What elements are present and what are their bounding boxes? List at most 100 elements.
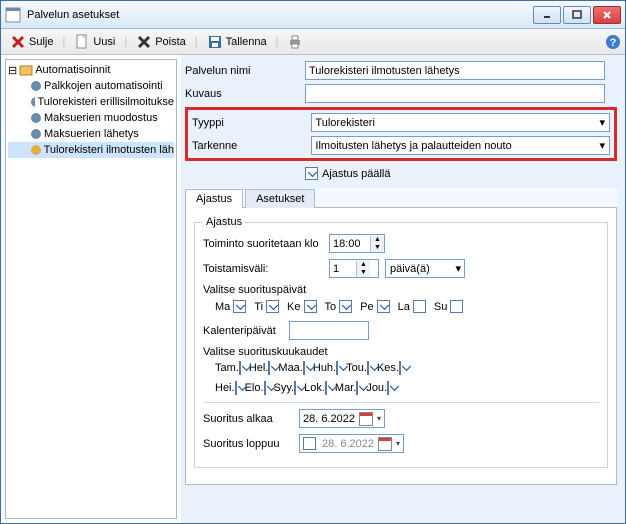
toolbar: Sulje | Uusi | Poista | Tallenna | ? [1,29,625,55]
label-target: Tarkenne [192,140,311,152]
checkbox[interactable] [268,361,270,375]
gear-icon [30,144,42,156]
start-date[interactable]: 28. 6.2022 ▾ [299,409,385,428]
window-title: Palvelun asetukset [27,9,533,21]
checkbox[interactable] [387,381,389,395]
checkbox[interactable] [413,300,426,313]
tree-item[interactable]: Palkkojen automatisointi [8,78,174,94]
checkbox[interactable] [239,361,241,375]
checkbox[interactable] [367,361,369,375]
chevron-down-icon: ▾ [599,116,605,129]
svg-text:?: ? [610,37,617,49]
content-panel: Palvelun nimi Kuvaus Tyyppi Tulorekister… [181,55,625,523]
checkbox[interactable] [304,300,317,313]
window: Palvelun asetukset Sulje | Uusi | Poista… [0,0,626,524]
check-item: Kes. [377,362,401,374]
check-item: Mar. [335,382,358,394]
tree-view[interactable]: ⊟ Automatisoinnit Palkkojen automatisoin… [5,59,177,519]
checkbox[interactable] [450,300,463,313]
print-button[interactable] [282,31,308,53]
minimize-button[interactable] [533,6,561,24]
tabs: Ajastus Asetukset Ajastus Toiminto suori… [185,188,617,485]
maximize-button[interactable] [563,6,591,24]
check-item: Huh. [313,362,338,374]
tree-item[interactable]: Maksuerien muodostus [8,110,174,126]
gear-icon [30,80,42,92]
tab-settings[interactable]: Asetukset [245,189,315,208]
run-at-time[interactable]: ▲▼ [329,234,385,253]
months-row: Tam.Hel.Maa.Huh.Tou.Kes. [215,362,599,374]
label-service-name: Palvelun nimi [185,65,305,77]
target-select[interactable]: Ilmoitusten lähetys ja palautteiden nout… [311,136,610,155]
check-item: Jou. [366,382,389,394]
end-enable-checkbox[interactable] [303,437,316,450]
close-button[interactable]: Sulje [5,31,58,53]
scheduled-checkbox[interactable] [305,167,318,180]
checkbox[interactable] [377,300,390,313]
chevron-down-icon: ▾ [377,414,381,423]
checkbox[interactable] [399,361,401,375]
run-at-label: Toiminto suoritetaan klo [203,238,323,250]
calendar-icon [378,437,392,451]
check-item: Lok. [304,382,327,394]
close-window-button[interactable] [593,6,621,24]
check-item: Ke [287,300,316,313]
gear-icon [30,128,42,140]
check-item: Ma [215,300,246,313]
schedule-legend: Ajastus [203,216,245,228]
checkbox[interactable] [235,381,237,395]
new-button[interactable]: Uusi [69,31,120,53]
checkbox[interactable] [336,361,338,375]
tree-item[interactable]: Tulorekisteri erillisilmoitukse [8,94,174,110]
check-item: La [398,300,426,313]
calendar-icon [359,412,373,426]
checkbox[interactable] [356,381,358,395]
delete-icon [136,34,152,50]
chevron-down-icon: ▾ [396,439,400,448]
label-type: Tyyppi [192,117,311,129]
checkbox[interactable] [294,381,296,395]
label-description: Kuvaus [185,88,305,100]
spin-down-icon[interactable]: ▼ [357,269,370,277]
tree-root[interactable]: ⊟ Automatisoinnit [8,62,174,78]
close-icon [10,34,26,50]
checkbox[interactable] [266,300,279,313]
delete-button[interactable]: Poista [131,31,191,53]
tree-item[interactable]: Maksuerien lähetys [8,126,174,142]
spin-up-icon[interactable]: ▲ [371,236,384,244]
highlighted-region: Tyyppi Tulorekisteri ▾ Tarkenne Ilmoitus… [185,107,617,161]
check-item: Pe [360,300,389,313]
check-item: Elo. [245,382,266,394]
checkbox[interactable] [325,381,327,395]
caldays-input[interactable] [289,321,369,340]
end-date[interactable]: 28. 6.2022 ▾ [299,434,404,453]
tree-item-selected[interactable]: Tulorekisteri ilmotusten läh [8,142,174,158]
save-button[interactable]: Tallenna [202,31,272,53]
tab-schedule[interactable]: Ajastus [185,189,243,208]
type-select[interactable]: Tulorekisteri ▾ [311,113,610,132]
checkbox[interactable] [339,300,352,313]
checkbox[interactable] [233,300,246,313]
months-row: Hei.Elo.Syy.Lok.Mar.Jou. [215,382,599,394]
days-grid: MaTiKeToPeLaSu [215,300,599,313]
chevron-down-icon: ▾ [455,262,461,275]
description-input[interactable] [305,84,605,103]
interval-label: Toistamisväli: [203,263,323,275]
spin-up-icon[interactable]: ▲ [357,261,370,269]
check-item: To [325,300,353,313]
checkbox[interactable] [303,361,305,375]
service-name-input[interactable] [305,61,605,80]
folder-icon [19,63,33,77]
checkbox[interactable] [264,381,266,395]
start-label: Suoritus alkaa [203,413,293,425]
chevron-down-icon: ▾ [599,139,605,152]
print-icon [287,34,303,50]
check-item: Hei. [215,382,237,394]
check-item: Tam. [215,362,241,374]
interval-unit-select[interactable]: päivä(ä) ▾ [385,259,465,278]
interval-value[interactable]: ▲▼ [329,259,379,278]
help-icon[interactable]: ? [605,34,621,50]
app-icon [5,7,21,23]
collapse-icon[interactable]: ⊟ [8,64,17,77]
spin-down-icon[interactable]: ▼ [371,244,384,252]
